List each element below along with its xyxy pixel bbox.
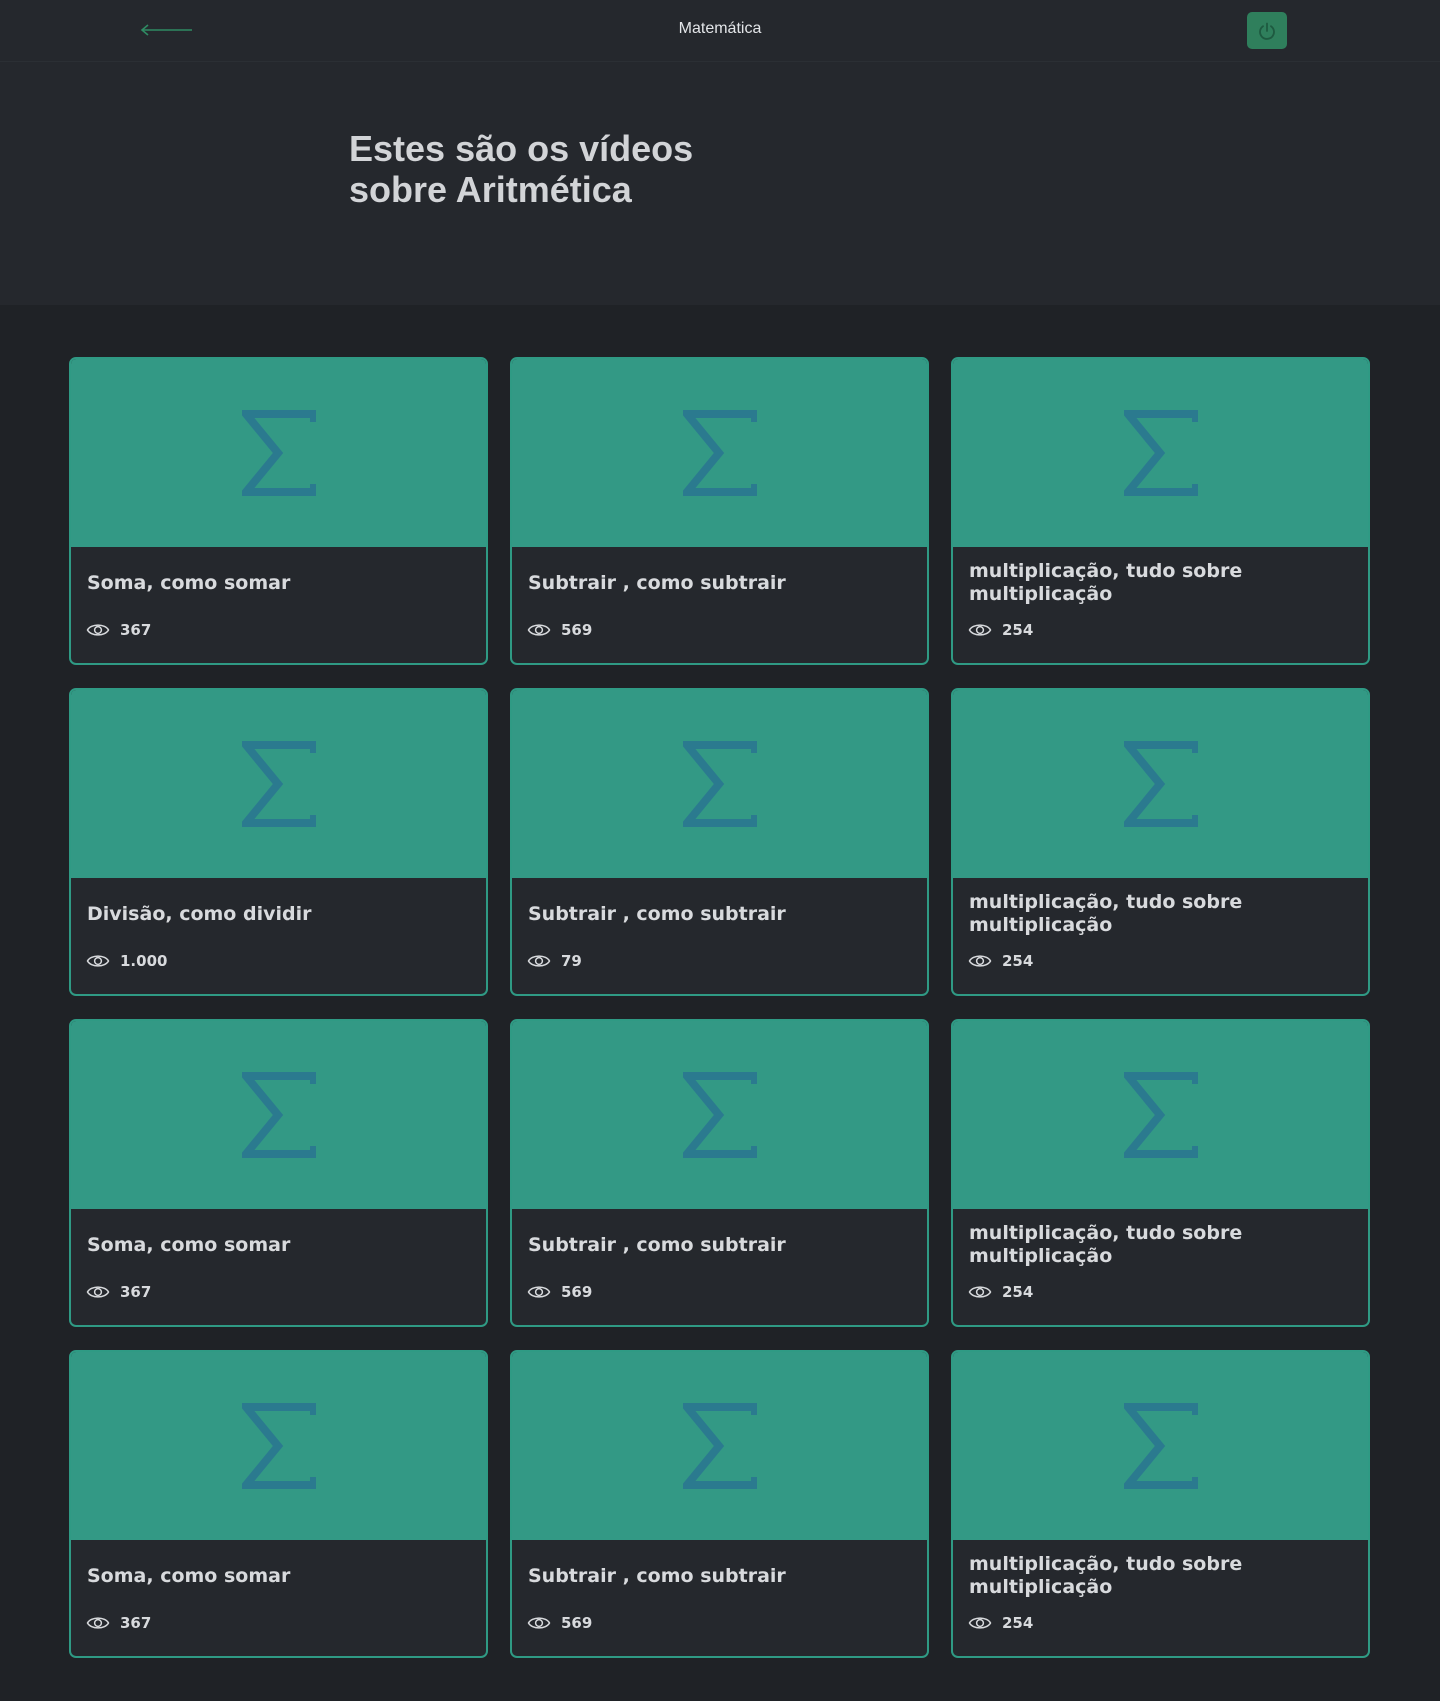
video-thumbnail: [71, 690, 486, 878]
view-count-value: 367: [120, 621, 152, 639]
video-title: Subtrair , como subtrair: [528, 571, 786, 594]
view-count: 79: [527, 947, 582, 975]
eye-icon: [968, 1617, 992, 1629]
view-count-value: 367: [120, 1283, 152, 1301]
eye-icon: [527, 1286, 551, 1298]
video-thumbnail: [512, 1352, 927, 1540]
sigma-icon: [1123, 1072, 1198, 1158]
eye-icon: [86, 624, 110, 636]
sigma-icon: [682, 1072, 757, 1158]
view-count: 569: [527, 1609, 592, 1637]
video-title: multiplicação, tudo sobre multiplicação: [969, 891, 1243, 936]
sigma-icon: [241, 1403, 316, 1489]
video-card[interactable]: Subtrair , como subtrair 569: [510, 357, 929, 665]
video-card[interactable]: multiplicação, tudo sobre multiplicação …: [951, 1350, 1370, 1658]
video-title: multiplicação, tudo sobre multiplicação: [969, 1553, 1243, 1598]
sigma-icon: [1123, 741, 1198, 827]
view-count: 367: [86, 616, 151, 644]
page-title: Matemática: [678, 20, 762, 37]
eye-icon: [968, 1286, 992, 1298]
view-count-value: 254: [1002, 1283, 1034, 1301]
video-title: Subtrair , como subtrair: [528, 902, 786, 925]
video-title: Subtrair , como subtrair: [528, 1233, 786, 1256]
view-count: 254: [968, 1278, 1033, 1306]
view-count: 569: [527, 1278, 592, 1306]
view-count-value: 569: [561, 1614, 593, 1632]
video-thumbnail: [512, 1021, 927, 1209]
video-title: Soma, como somar: [87, 1564, 291, 1587]
sigma-icon: [682, 741, 757, 827]
video-thumbnail: [953, 1021, 1368, 1209]
video-title: Soma, como somar: [87, 1233, 291, 1256]
video-title: multiplicação, tudo sobre multiplicação: [969, 1222, 1243, 1267]
video-card[interactable]: Soma, como somar 367: [69, 1019, 488, 1327]
power-icon: [1259, 22, 1275, 40]
video-title: Divisão, como dividir: [87, 902, 312, 925]
video-card[interactable]: Divisão, como dividir 1.000: [69, 688, 488, 996]
sigma-icon: [241, 1072, 316, 1158]
video-grid: Soma, como somar 367 Subtrair , como sub…: [69, 357, 1370, 1658]
video-thumbnail: [953, 1352, 1368, 1540]
view-count: 254: [968, 616, 1033, 644]
sigma-icon: [241, 741, 316, 827]
view-count: 254: [968, 947, 1033, 975]
eye-icon: [527, 1617, 551, 1629]
eye-icon: [968, 624, 992, 636]
sigma-icon: [1123, 410, 1198, 496]
view-count: 1.000: [86, 947, 167, 975]
video-thumbnail: [71, 359, 486, 547]
video-card[interactable]: Subtrair , como subtrair 569: [510, 1019, 929, 1327]
video-card[interactable]: multiplicação, tudo sobre multiplicação …: [951, 1019, 1370, 1327]
eye-icon: [86, 1286, 110, 1298]
view-count-value: 569: [561, 1283, 593, 1301]
logout-button[interactable]: [1247, 12, 1287, 49]
eye-icon: [86, 955, 110, 967]
video-thumbnail: [953, 359, 1368, 547]
view-count-value: 79: [561, 952, 582, 970]
video-card[interactable]: Subtrair , como subtrair 79: [510, 688, 929, 996]
view-count: 569: [527, 616, 592, 644]
video-title: Soma, como somar: [87, 571, 291, 594]
video-card[interactable]: Soma, como somar 367: [69, 357, 488, 665]
view-count-value: 254: [1002, 621, 1034, 639]
video-thumbnail: [953, 690, 1368, 878]
video-card[interactable]: Subtrair , como subtrair 569: [510, 1350, 929, 1658]
view-count-value: 1.000: [120, 952, 168, 970]
sigma-icon: [682, 1403, 757, 1489]
view-count: 367: [86, 1278, 151, 1306]
video-title: Subtrair , como subtrair: [528, 1564, 786, 1587]
sigma-icon: [682, 410, 757, 496]
view-count: 254: [968, 1609, 1033, 1637]
video-thumbnail: [71, 1352, 486, 1540]
video-thumbnail: [71, 1021, 486, 1209]
eye-icon: [527, 624, 551, 636]
sigma-icon: [241, 410, 316, 496]
sigma-icon: [1123, 1403, 1198, 1489]
view-count: 367: [86, 1609, 151, 1637]
eye-icon: [86, 1617, 110, 1629]
hero-title: Estes são os vídeos sobre Aritmética: [349, 128, 694, 210]
view-count-value: 367: [120, 1614, 152, 1632]
eye-icon: [527, 955, 551, 967]
top-bar: Matemática: [0, 0, 1440, 62]
hero-section: Estes são os vídeos sobre Aritmética: [0, 62, 1440, 305]
view-count-value: 254: [1002, 952, 1034, 970]
video-card[interactable]: Soma, como somar 367: [69, 1350, 488, 1658]
video-card[interactable]: multiplicação, tudo sobre multiplicação …: [951, 688, 1370, 996]
eye-icon: [968, 955, 992, 967]
video-thumbnail: [512, 690, 927, 878]
video-thumbnail: [512, 359, 927, 547]
video-title: multiplicação, tudo sobre multiplicação: [969, 560, 1243, 605]
view-count-value: 254: [1002, 1614, 1034, 1632]
view-count-value: 569: [561, 621, 593, 639]
video-card[interactable]: multiplicação, tudo sobre multiplicação …: [951, 357, 1370, 665]
